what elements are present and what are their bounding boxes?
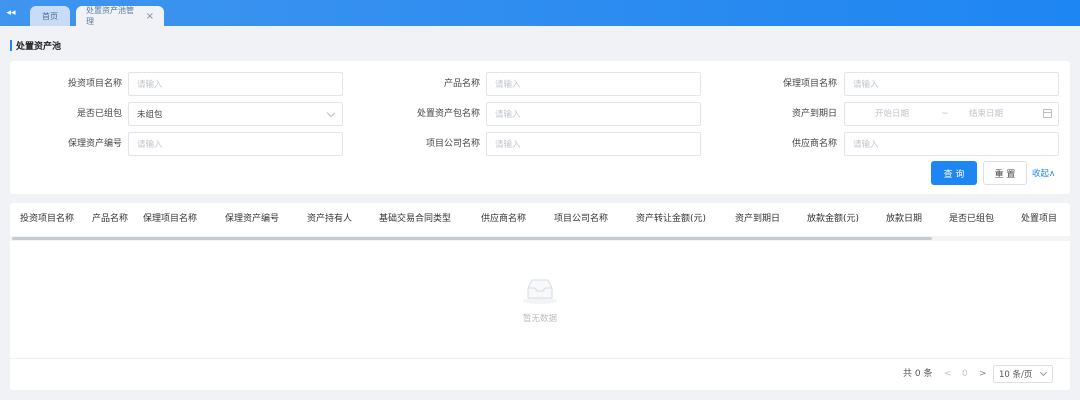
factoring-project-name-input[interactable]: 请输入 [844, 72, 1059, 96]
table-header: 投资项目名称 产品名称 保理项目名称 保理资产编号 资产持有人 基础交易合同类型… [10, 203, 1070, 236]
label-factoring-project-name: 保理项目名称 [782, 79, 837, 89]
chevron-right-icon[interactable]: > [979, 366, 987, 382]
page-size-select[interactable]: 10 条/页 [993, 365, 1053, 383]
page-title: 处置资产池 [10, 39, 62, 52]
disposal-package-name-input[interactable]: 请输入 [486, 102, 701, 126]
column-header[interactable]: 放款日期 [886, 203, 922, 236]
pagination-current-page[interactable]: 0 [962, 366, 968, 382]
column-header[interactable]: 产品名称 [92, 203, 128, 236]
is-packaged-select[interactable]: 未组包 [128, 102, 343, 126]
reset-button[interactable]: 重 置 [983, 161, 1027, 185]
project-company-name-input[interactable]: 请输入 [486, 132, 701, 156]
close-icon[interactable]: × [146, 11, 154, 22]
scrollbar-thumb[interactable] [12, 237, 932, 240]
column-header[interactable]: 投资项目名称 [20, 203, 74, 236]
column-header[interactable]: 放款金额(元) [807, 203, 859, 236]
collapse-filters-link[interactable]: 收起∧ [1032, 161, 1055, 185]
label-disposal-package-name: 处置资产包名称 [416, 109, 480, 119]
chevron-down-icon [1039, 368, 1048, 377]
date-range-separator: ~ [941, 109, 949, 119]
calendar-icon [1043, 109, 1052, 118]
product-name-input[interactable]: 请输入 [486, 72, 701, 96]
column-header[interactable]: 是否已组包 [949, 203, 994, 236]
empty-state-text: 暂无数据 [522, 314, 557, 324]
column-header[interactable]: 处置项目 [1021, 203, 1057, 236]
tab-disposal-asset-pool[interactable]: 处置资产池管理 × [76, 6, 164, 26]
investment-project-name-input[interactable]: 请输入 [128, 72, 343, 96]
page-title-text: 处置资产池 [16, 41, 62, 52]
query-button[interactable]: 查 询 [931, 161, 977, 185]
label-project-company-name: 项目公司名称 [425, 139, 480, 149]
column-header[interactable]: 供应商名称 [481, 203, 526, 236]
column-header[interactable]: 资产转让金额(元) [636, 203, 706, 236]
label-asset-maturity-date: 资产到期日 [791, 109, 837, 119]
column-header[interactable]: 资产到期日 [735, 203, 780, 236]
label-supplier-name: 供应商名称 [791, 139, 837, 149]
tab-active-label: 处置资产池管理 [86, 6, 134, 26]
label-is-packaged: 是否已组包 [76, 109, 122, 119]
double-arrow-left-icon[interactable]: ◂◂ [0, 0, 22, 26]
date-end-placeholder: 结束日期 [969, 109, 1004, 119]
factoring-asset-number-input[interactable]: 请输入 [128, 132, 343, 156]
chevron-down-icon [326, 108, 336, 118]
column-header[interactable]: 基础交易合同类型 [379, 203, 451, 236]
title-accent-bar [10, 39, 12, 51]
label-product-name: 产品名称 [443, 79, 480, 89]
maturity-date-range-picker[interactable]: 开始日期 ~ 结束日期 [844, 102, 1059, 126]
tab-bar: ◂◂ 首页 处置资产池管理 × [0, 0, 1080, 26]
date-start-placeholder: 开始日期 [875, 109, 910, 119]
pagination-total: 共 0 条 [903, 369, 933, 379]
empty-inbox-icon [523, 279, 557, 304]
tab-home-label: 首页 [42, 11, 58, 21]
chevron-left-icon[interactable]: < [944, 366, 952, 382]
search-panel: 投资项目名称 请输入 产品名称 请输入 保理项目名称 请输入 是否已组包 未组包… [10, 61, 1070, 194]
label-investment-project-name: 投资项目名称 [67, 79, 122, 89]
column-header[interactable]: 保理资产编号 [225, 203, 279, 236]
page-size-value: 10 条/页 [999, 370, 1033, 380]
tab-home[interactable]: 首页 [30, 6, 70, 26]
is-packaged-value: 未组包 [137, 110, 163, 120]
column-header[interactable]: 保理项目名称 [143, 203, 197, 236]
column-header[interactable]: 资产持有人 [307, 203, 352, 236]
supplier-name-input[interactable]: 请输入 [844, 132, 1059, 156]
divider [10, 358, 1070, 359]
horizontal-scrollbar[interactable] [10, 236, 1070, 241]
table-panel: 投资项目名称 产品名称 保理项目名称 保理资产编号 资产持有人 基础交易合同类型… [10, 203, 1070, 390]
label-factoring-asset-number: 保理资产编号 [67, 139, 122, 149]
column-header[interactable]: 项目公司名称 [554, 203, 608, 236]
